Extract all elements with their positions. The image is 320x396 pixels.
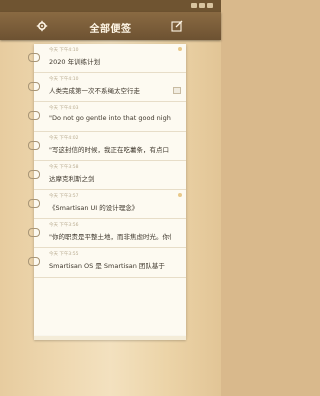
status-icons	[191, 3, 213, 9]
note-preview: 人类完成第一次不系绳太空行走	[49, 87, 140, 96]
binder-ring-icon	[28, 198, 40, 208]
status-bar	[0, 0, 221, 12]
list-item[interactable]: 今天 下午3:58 达摩克利斯之剑	[28, 161, 186, 190]
list-item[interactable]: 今天 下午4:03 "Do not go gentle into that go…	[28, 102, 186, 132]
note-time: 今天 下午4:10	[49, 77, 79, 83]
note-time: 今天 下午3:56	[49, 223, 79, 229]
note-preview: "你的职责是平整土地，而非焦虑时光。你做	[49, 233, 171, 242]
binder-ring-icon	[28, 257, 40, 267]
note-preview: 《Smartisan UI 的设计理念》	[49, 203, 139, 212]
list-item[interactable]: 今天 下午4:02 "写这封信的时候，我正在吃薯条，有点口	[28, 132, 186, 161]
note-time: 今天 下午4:02	[49, 135, 79, 141]
list-item[interactable]: 今天 下午4:10 人类完成第一次不系绳太空行走	[28, 73, 186, 103]
list-item[interactable]: 今天 下午3:57 《Smartisan UI 的设计理念》	[28, 190, 186, 220]
note-preview: "Do not go gentle into that good night,	[49, 114, 171, 123]
binder-ring-icon	[28, 53, 40, 62]
list-item[interactable]: 今天 下午4:10 2020 年训练计划	[28, 44, 186, 74]
note-time: 今天 下午3:58	[49, 164, 79, 170]
note-preview: 达摩克利斯之剑	[49, 174, 95, 183]
notes-list: 今天 下午4:10 2020 年训练计划 今天 下午4:10 人类完成第一次不系…	[28, 44, 186, 336]
note-time: 今天 下午4:03	[49, 106, 79, 112]
note-preview: 2020 年训练计划	[49, 58, 101, 66]
binder-ring-icon	[28, 82, 40, 92]
page-title: 全部便签	[89, 24, 132, 35]
compose-icon[interactable]	[171, 20, 183, 32]
image-thumbnail-icon	[173, 87, 181, 95]
paper-stack-edge	[34, 336, 186, 340]
list-item[interactable]: 今天 下午3:55 Smartisan OS 是 Smartisan 团队基于	[28, 248, 186, 278]
note-preview: Smartisan OS 是 Smartisan 团队基于	[49, 262, 165, 271]
note-time: 今天 下午3:55	[49, 252, 79, 258]
star-icon[interactable]	[178, 192, 182, 197]
title-bar: 全部便签	[0, 12, 221, 40]
binder-ring-icon	[28, 111, 40, 121]
binder-ring-icon	[28, 169, 40, 179]
binder-ring-icon	[28, 140, 40, 150]
note-time: 今天 下午3:57	[49, 193, 79, 199]
list-item[interactable]: 今天 下午3:56 "你的职责是平整土地，而非焦虑时光。你做	[28, 219, 186, 249]
note-preview: "写这封信的时候，我正在吃薯条，有点口	[49, 145, 169, 154]
star-icon[interactable]	[178, 47, 182, 51]
note-time: 今天 下午4:10	[49, 48, 79, 53]
binder-ring-icon	[28, 228, 40, 238]
